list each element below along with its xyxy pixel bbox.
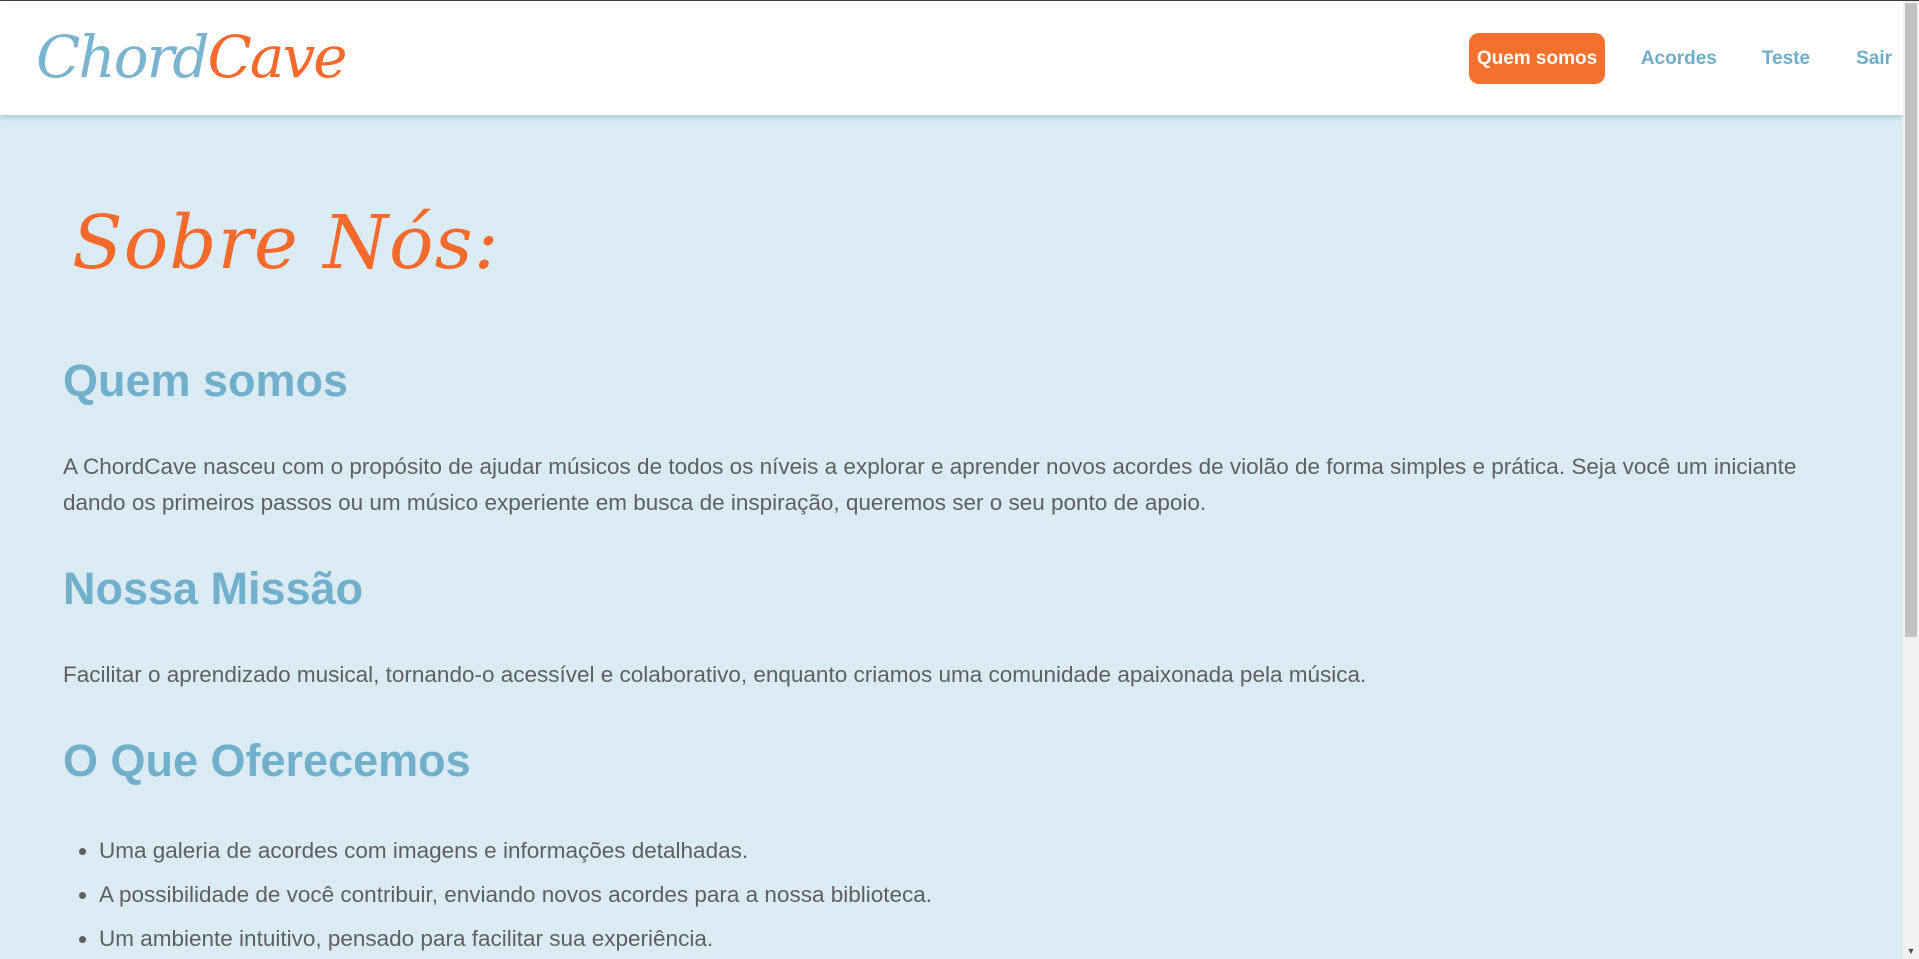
paragraph-nossa-missao: Facilitar o aprendizado musical, tornand… xyxy=(63,662,1367,687)
scrollbar-thumb[interactable] xyxy=(1905,3,1917,637)
page-title: Sobre Nós: xyxy=(72,200,500,286)
main-content: Sobre Nós: Quem somos A ChordCave nasceu… xyxy=(0,116,1903,959)
site-header: ChordCave Quem somos Acordes Teste Sair xyxy=(0,1,1903,116)
nav-acordes[interactable]: Acordes xyxy=(1633,33,1725,84)
vertical-scrollbar[interactable]: ▼ xyxy=(1903,1,1919,959)
logo-part-chord: Chord xyxy=(36,23,210,91)
nav-teste[interactable]: Teste xyxy=(1754,33,1818,84)
list-item: Um ambiente intuitivo, pensado para faci… xyxy=(99,917,932,959)
offer-list: Uma galeria de acordes com imagens e inf… xyxy=(63,829,932,959)
heading-o-que-oferecemos: O Que Oferecemos xyxy=(63,735,471,786)
nav-sair[interactable]: Sair xyxy=(1848,33,1900,84)
heading-nossa-missao: Nossa Missão xyxy=(63,563,364,614)
logo-part-cave: Cave xyxy=(207,23,348,91)
heading-quem-somos: Quem somos xyxy=(63,355,349,406)
nav-quem-somos[interactable]: Quem somos xyxy=(1468,33,1605,84)
scroll-down-arrow-icon[interactable]: ▼ xyxy=(1903,943,1919,959)
list-item: Uma galeria de acordes com imagens e inf… xyxy=(99,829,932,873)
main-nav: Quem somos Acordes Teste Sair xyxy=(1468,33,1903,84)
list-item: A possibilidade de você contribuir, envi… xyxy=(99,873,932,917)
paragraph-quem-somos: A ChordCave nasceu com o propósito de aj… xyxy=(63,454,1797,515)
logo[interactable]: ChordCave xyxy=(36,17,348,97)
page: ChordCave Quem somos Acordes Teste Sair … xyxy=(0,0,1903,959)
